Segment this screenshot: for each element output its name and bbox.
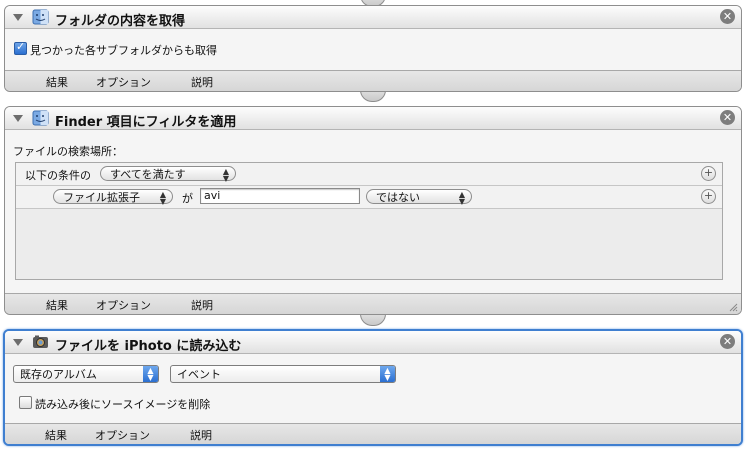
action-get-folder-contents[interactable]: フォルダの内容を取得 ✕ 見つかった各サブフォルダからも取得 結果 オプション … (4, 5, 742, 92)
operator-popup[interactable]: ではない ▲ ▼ (366, 189, 472, 206)
disclosure-triangle-icon[interactable] (13, 14, 23, 21)
add-condition-button[interactable]: + (701, 166, 716, 181)
include-subfolders-checkbox[interactable] (14, 40, 27, 55)
delete-source-checkbox[interactable] (19, 396, 32, 409)
popup-arrows-icon: ▲ ▼ (159, 190, 166, 206)
action-title: フォルダの内容を取得 (55, 14, 186, 29)
close-icon[interactable]: ✕ (720, 110, 735, 125)
popup-arrows-icon: ▲ ▼ (222, 167, 229, 183)
condition-prefix-label: 以下の条件の (25, 169, 91, 182)
album-popup[interactable]: 既存のアルバム ▲ ▼ (13, 365, 159, 383)
popup-arrows-icon: ▲ ▼ (380, 366, 395, 382)
description-tab[interactable]: 説明 (191, 74, 213, 90)
finder-icon (32, 9, 49, 25)
event-popup[interactable]: イベント ▲ ▼ (170, 365, 396, 383)
action-import-to-iphoto[interactable]: ファイルを iPhoto に読み込む ✕ 既存のアルバム ▲ ▼ イベント ▲ ▼ … (3, 329, 743, 446)
action-footer: 結果 オプション 説明 (5, 293, 741, 314)
criteria-header-row: 以下の条件の すべてを満たす ▲ ▼ + (16, 163, 722, 186)
options-tab[interactable]: オプション (96, 74, 151, 90)
attribute-popup[interactable]: ファイル拡張子 ▲ ▼ (53, 189, 173, 206)
delete-source-label: 読み込み後にソースイメージを削除 (35, 398, 211, 411)
action-filter-finder-items[interactable]: Finder 項目にフィルタを適用 ✕ ファイルの検索場所： 以下の条件の すべ… (4, 106, 742, 315)
action-titlebar[interactable]: ファイルを iPhoto に読み込む ✕ (5, 331, 741, 354)
action-title: Finder 項目にフィルタを適用 (55, 115, 237, 130)
extension-value-field[interactable]: avi (200, 188, 360, 204)
description-tab[interactable]: 説明 (190, 427, 212, 443)
results-tab[interactable]: 結果 (46, 297, 68, 313)
action-footer: 結果 オプション 説明 (5, 423, 741, 444)
resize-grip-icon[interactable] (728, 302, 738, 312)
description-tab[interactable]: 説明 (191, 297, 213, 313)
include-subfolders-label: 見つかった各サブフォルダからも取得 (30, 44, 217, 57)
criteria-rule-row: ファイル拡張子 ▲ ▼ が avi ではない ▲ ▼ + (16, 186, 722, 209)
action-titlebar[interactable]: Finder 項目にフィルタを適用 ✕ (5, 107, 741, 130)
add-rule-button[interactable]: + (701, 189, 716, 204)
options-tab[interactable]: オプション (96, 297, 151, 313)
search-location-label: ファイルの検索場所： (13, 145, 123, 158)
match-all-popup[interactable]: すべてを満たす ▲ ▼ (100, 166, 236, 183)
close-icon[interactable]: ✕ (720, 9, 735, 24)
action-footer: 結果 オプション 説明 (5, 70, 741, 91)
popup-arrows-icon: ▲ ▼ (458, 190, 465, 206)
action-titlebar[interactable]: フォルダの内容を取得 ✕ (5, 6, 741, 29)
ga-label: が (182, 192, 193, 205)
finder-icon (32, 110, 49, 126)
disclosure-triangle-icon[interactable] (13, 339, 23, 346)
iphoto-icon (33, 335, 48, 348)
options-tab[interactable]: オプション (95, 427, 150, 443)
popup-arrows-icon: ▲ ▼ (143, 366, 158, 382)
results-tab[interactable]: 結果 (45, 427, 67, 443)
disclosure-triangle-icon[interactable] (13, 115, 23, 122)
close-icon[interactable]: ✕ (720, 334, 735, 349)
results-tab[interactable]: 結果 (46, 74, 68, 90)
criteria-area: 以下の条件の すべてを満たす ▲ ▼ + ファイル拡張子 ▲ ▼ が avi ではな… (15, 162, 723, 280)
action-title: ファイルを iPhoto に読み込む (55, 339, 242, 354)
